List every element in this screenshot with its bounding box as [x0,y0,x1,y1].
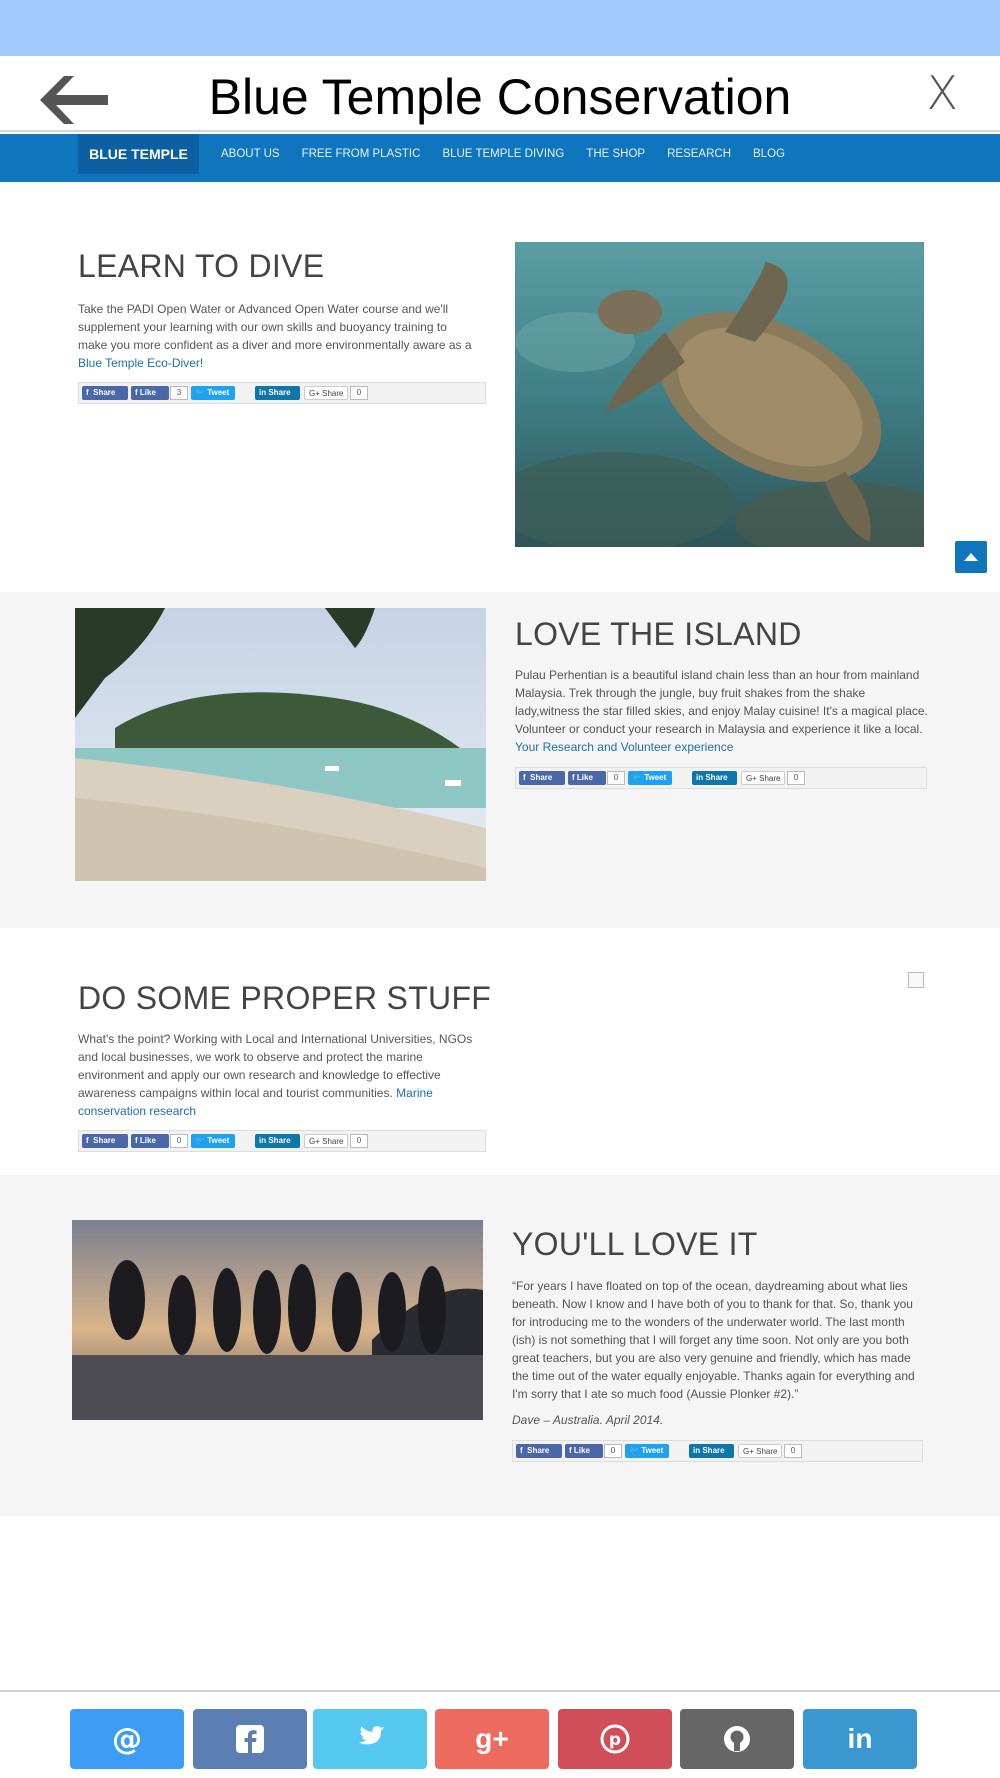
testimonial-signature: Dave – Australia. April 2014. [512,1413,664,1427]
section-title: YOU'LL LOVE IT [512,1226,758,1262]
gplus-share-button[interactable]: G+ Share [304,386,348,400]
share-bar: f Share f Like 0 🐦 Tweet in Share G+ Sha… [512,1440,923,1462]
nav-research[interactable]: RESEARCH [667,134,731,174]
testimonial-text: “For years I have floated on top of the … [512,1279,915,1401]
linkedin-icon: in [847,1723,873,1754]
section-title: DO SOME PROPER STUFF [78,980,492,1016]
email-share-button[interactable]: @ [70,1709,184,1769]
beach-photo [75,608,486,881]
like-count: 0 [607,771,625,785]
facebook-share-button[interactable]: f Share [519,771,565,785]
facebook-share-button[interactable]: f Share [516,1444,562,1458]
like-count: 0 [604,1444,622,1458]
section-text: Pulau Perhentian is a beautiful island c… [515,668,928,754]
linkedin-share-button[interactable]: in Share [255,386,300,400]
linkedin-share-button[interactable]: in Share [692,771,737,785]
nav-free-from-plastic[interactable]: FREE FROM PLASTIC [302,134,421,174]
svg-text:p: p [609,1730,621,1750]
nav-the-shop[interactable]: THE SHOP [586,134,645,174]
gplus-share-button[interactable]: G+ Share [738,1444,782,1458]
facebook-share-button[interactable] [193,1709,307,1769]
gplus-share-button[interactable]: G+ Share [741,771,785,785]
facebook-like-button[interactable]: f Like [131,1134,169,1148]
gplus-share-button[interactable]: G+ Share [304,1134,348,1148]
tweet-button[interactable]: 🐦 Tweet [625,1444,669,1458]
pinterest-share-button[interactable]: p [558,1709,672,1769]
gplus-count: 0 [784,1444,802,1458]
google-plus-share-button[interactable]: g+ [435,1709,549,1769]
section-learn-to-dive: LEARN TO DIVE Take the PADI Open Water o… [0,182,1000,592]
github-icon [724,1726,750,1752]
facebook-like-button[interactable]: f Like [131,386,169,400]
like-count: 0 [170,1134,188,1148]
share-bar: f Share f Like 0 🐦 Tweet in Share G+ Sha… [515,767,927,789]
caret-up-icon [964,553,978,561]
twitter-share-button[interactable] [313,1709,427,1769]
close-button[interactable]: X [926,66,958,120]
research-volunteer-link[interactable]: Your Research and Volunteer experience [515,740,733,754]
share-bar: f Share f Like 3 🐦 Tweet in Share G+ Sha… [78,382,486,404]
bottom-share-bar: @ g+ p in [0,1690,1000,1778]
section-youll-love-it: YOU'LL LOVE IT “For years I have floated… [0,1175,1000,1517]
nav-blog[interactable]: BLOG [753,134,785,174]
section-title: LEARN TO DIVE [78,248,325,284]
linkedin-share-button[interactable]: in [803,1709,917,1769]
scroll-to-top-button[interactable] [955,541,987,573]
gplus-count: 0 [350,386,368,400]
status-band [0,0,1000,56]
main-navbar: BLUE TEMPLE ABOUT US FREE FROM PLASTIC B… [0,134,1000,182]
brand-link[interactable]: BLUE TEMPLE [78,134,199,174]
github-share-button[interactable] [680,1709,794,1769]
page-title: Blue Temple Conservation [208,69,792,125]
tweet-button[interactable]: 🐦 Tweet [628,771,672,785]
facebook-icon [236,1725,264,1753]
group-jumping-photo [72,1220,483,1420]
linkedin-share-button[interactable]: in Share [689,1444,734,1458]
facebook-like-button[interactable]: f Like [565,1444,603,1458]
twitter-icon [358,1726,385,1745]
section-text: Take the PADI Open Water or Advanced Ope… [78,302,472,370]
broken-image-icon [908,972,924,988]
facebook-share-button[interactable]: f Share [82,386,128,400]
section-title: LOVE THE ISLAND [515,616,802,652]
tweet-button[interactable]: 🐦 Tweet [191,386,235,400]
gplus-count: 0 [350,1134,368,1148]
title-bar: Blue Temple Conservation X [0,56,1000,132]
google-plus-icon: g+ [475,1723,509,1754]
section-do-some-proper-stuff: DO SOME PROPER STUFF What's the point? W… [0,928,1000,1175]
section-love-the-island: LOVE THE ISLAND Pulau Perhentian is a be… [0,592,1000,928]
gplus-count: 0 [787,771,805,785]
linkedin-share-button[interactable]: in Share [255,1134,300,1148]
eco-diver-link[interactable]: Blue Temple Eco-Diver! [78,356,203,370]
nav-about-us[interactable]: ABOUT US [221,134,280,174]
share-bar: f Share f Like 0 🐦 Tweet in Share G+ Sha… [78,1130,486,1152]
like-count: 3 [170,386,188,400]
at-icon: @ [112,1721,142,1757]
turtle-photo [515,242,924,547]
nav-links: ABOUT US FREE FROM PLASTIC BLUE TEMPLE D… [221,134,807,174]
tweet-button[interactable]: 🐦 Tweet [191,1134,235,1148]
facebook-share-button[interactable]: f Share [82,1134,128,1148]
section-text: What's the point? Working with Local and… [78,1032,473,1118]
pinterest-icon: p [600,1724,630,1754]
facebook-like-button[interactable]: f Like [568,771,606,785]
nav-blue-temple-diving[interactable]: BLUE TEMPLE DIVING [442,134,564,174]
